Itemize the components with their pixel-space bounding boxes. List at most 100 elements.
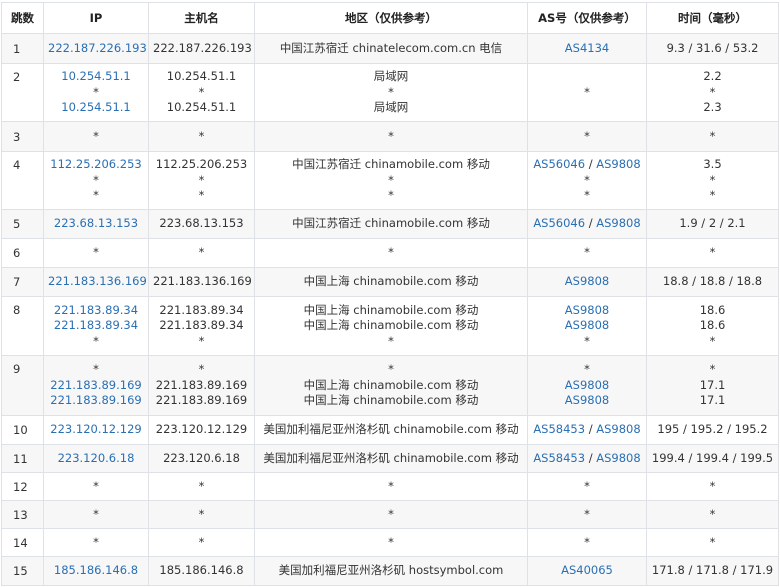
hop-number: 6: [1, 238, 44, 268]
region-value: 中国江苏宿迁 chinamobile.com 移动: [292, 216, 490, 231]
ip-empty: *: [93, 333, 99, 348]
time-cell: 199.4 / 199.4 / 199.5: [646, 444, 779, 473]
as-number-link[interactable]: AS58453: [533, 422, 585, 436]
as-line: *: [532, 245, 642, 261]
hop-number: 12: [1, 472, 44, 501]
as-cell: AS56046 / AS9808: [527, 209, 647, 239]
as-number-link[interactable]: AS9808: [565, 303, 609, 317]
time-cell: 18.6 18.6 *: [646, 296, 779, 356]
as-number-link[interactable]: AS56046: [533, 216, 585, 230]
time-cell: 195 / 195.2 / 195.2: [646, 415, 779, 445]
region-value: 美国加利福尼亚州洛杉矶 chinamobile.com 移动: [263, 422, 519, 437]
time-cell: *: [646, 238, 779, 268]
host-value: *: [198, 534, 205, 549]
ip-cell: *: [43, 500, 149, 529]
as-line: *: [532, 173, 642, 189]
as-number-link[interactable]: AS58453: [533, 451, 585, 465]
as-cell: AS40065: [527, 556, 647, 586]
ip-link[interactable]: 185.186.146.8: [48, 563, 144, 579]
ip-empty: *: [93, 245, 99, 260]
host-cell: 10.254.51.1 * 10.254.51.1: [148, 63, 255, 122]
ip-link[interactable]: 221.183.89.169: [48, 393, 144, 409]
as-empty: *: [584, 172, 590, 187]
as-number-link[interactable]: AS56046: [533, 157, 585, 171]
as-number-link[interactable]: AS9808: [596, 216, 640, 230]
region-cell: *: [254, 472, 528, 501]
as-line: *: [532, 85, 642, 101]
as-number-link[interactable]: AS9808: [565, 378, 609, 392]
ip-link[interactable]: 10.254.51.1: [48, 69, 144, 85]
as-line: AS58453 / AS9808: [533, 422, 641, 437]
time-value: 199.4 / 199.4 / 199.5: [651, 450, 774, 465]
ip-link[interactable]: 221.183.89.169: [48, 378, 144, 394]
host-value: *: [198, 245, 205, 260]
as-line: [532, 69, 642, 85]
as-number-link[interactable]: AS9808: [596, 157, 640, 171]
region-value: *: [388, 84, 394, 99]
host-value: *: [198, 128, 205, 143]
time-value: *: [709, 84, 716, 99]
region-value: *: [388, 245, 394, 260]
time-value: *: [709, 172, 716, 187]
table-row: 11 223.120.6.18 223.120.6.18 美国加利福尼亚州洛杉矶 ch…: [1, 444, 779, 473]
as-cell: AS9808: [527, 267, 647, 297]
as-number-link[interactable]: AS40065: [561, 563, 613, 577]
host-value: 221.183.89.34: [159, 318, 244, 333]
region-cell: *: [254, 528, 528, 557]
region-value: *: [388, 478, 394, 493]
as-line: *: [532, 362, 642, 378]
ip-link[interactable]: 221.183.89.34: [48, 303, 144, 319]
as-line: AS9808: [532, 393, 642, 409]
ip-empty: *: [93, 84, 99, 99]
time-cell: *: [646, 500, 779, 529]
time-value: 171.8 / 171.8 / 171.9: [651, 563, 774, 578]
region-value: *: [388, 534, 394, 549]
host-value: 223.68.13.153: [159, 216, 244, 231]
ip-cell: 221.183.89.34 221.183.89.34 *: [43, 296, 149, 356]
as-number-link[interactable]: AS9808: [565, 393, 609, 407]
host-value: *: [198, 333, 205, 348]
ip-link[interactable]: 10.254.51.1: [48, 100, 144, 116]
as-empty: *: [584, 84, 590, 99]
host-value: *: [198, 478, 205, 493]
hop-number: 8: [1, 296, 44, 356]
hop-number: 5: [1, 209, 44, 239]
as-empty: *: [584, 188, 590, 203]
as-empty: *: [584, 534, 590, 549]
traceroute-table: 跳数 IP 主机名 地区（仅供参考） AS号（仅供参考） 时间（毫秒） 1 222…: [1, 2, 779, 586]
hop-number: 13: [1, 500, 44, 529]
host-cell: 185.186.146.8: [148, 556, 255, 586]
ip-link[interactable]: 223.120.12.129: [48, 422, 144, 438]
region-value: 局域网: [373, 69, 409, 84]
ip-link[interactable]: 112.25.206.253: [48, 157, 144, 173]
ip-empty: *: [93, 534, 99, 549]
time-value: *: [709, 333, 716, 348]
as-number-link[interactable]: AS9808: [596, 422, 640, 436]
as-number-link[interactable]: AS9808: [596, 451, 640, 465]
ip-link[interactable]: 221.183.89.34: [48, 318, 144, 334]
as-number-link[interactable]: AS9808: [565, 318, 609, 332]
time-value: 2.2: [703, 69, 722, 84]
as-cell: AS56046 / AS9808 * *: [527, 151, 647, 210]
hop-number: 10: [1, 415, 44, 445]
as-number-link[interactable]: AS4134: [565, 41, 609, 55]
ip-link[interactable]: 222.187.226.193: [48, 41, 147, 57]
ip-link[interactable]: 223.68.13.153: [48, 216, 144, 232]
ip-link[interactable]: 223.120.6.18: [48, 451, 144, 467]
region-value: 美国加利福尼亚州洛杉矶 hostsymbol.com: [278, 563, 504, 578]
time-value: *: [709, 362, 716, 377]
as-empty: *: [584, 506, 590, 521]
host-value: *: [198, 172, 205, 187]
table-row: 3 * * * * *: [1, 121, 779, 152]
as-number-link[interactable]: AS9808: [565, 274, 609, 288]
ip-link[interactable]: 221.183.136.169: [48, 274, 147, 290]
host-value: 222.187.226.193: [153, 40, 252, 55]
time-value: 1.9 / 2 / 2.1: [679, 216, 746, 231]
region-cell: 中国上海 chinamobile.com 移动: [254, 267, 528, 297]
host-cell: 222.187.226.193: [148, 33, 255, 64]
table-row: 5 223.68.13.153 223.68.13.153 中国江苏宿迁 chinam…: [1, 209, 779, 239]
host-cell: 223.68.13.153: [148, 209, 255, 239]
region-cell: 中国上海 chinamobile.com 移动 中国上海 chinamobile.…: [254, 296, 528, 356]
time-value: 18.6: [699, 318, 726, 333]
ip-cell: *: [43, 121, 149, 152]
